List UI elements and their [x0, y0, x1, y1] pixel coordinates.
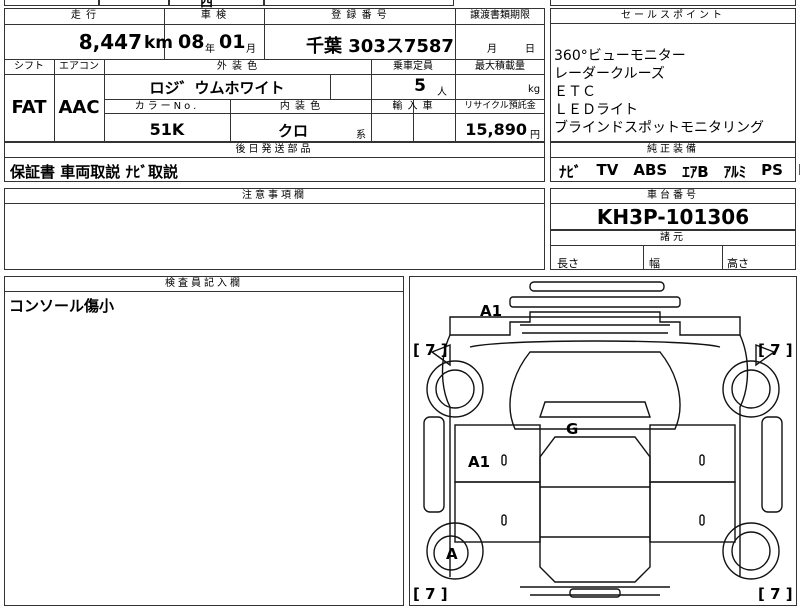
- import-label: 輸 入 車: [392, 101, 434, 112]
- height-label: 高さ: [727, 257, 749, 270]
- color-no-label: カラーNo.: [134, 101, 200, 112]
- registration-label: 登 録 番 号: [331, 10, 388, 21]
- length-label: 長さ: [557, 257, 579, 270]
- equipment-item: PS: [761, 161, 783, 179]
- hood-line: [520, 324, 670, 334]
- genuine-equipment-title: 純正装備: [551, 143, 795, 158]
- equipment-item: TV: [596, 161, 619, 179]
- inspector-box: 検査員記入欄 コンソール傷小: [4, 276, 404, 606]
- front-arch: [469, 340, 721, 348]
- tire-mark: [ 7 ]: [758, 585, 793, 603]
- top-strip-cell: [169, 0, 264, 6]
- inspector-value: コンソール傷小: [9, 297, 115, 315]
- right-rail: [761, 416, 783, 513]
- color-no-value: 51K: [149, 120, 185, 139]
- equipment-item: ｴｱB: [682, 163, 709, 181]
- later-parts-title: 後日発送部品: [5, 143, 544, 158]
- sales-point-item: 360°ビューモニター: [554, 48, 686, 64]
- shift-label: シフト: [14, 61, 44, 72]
- inspector-title: 検査員記入欄: [5, 277, 403, 292]
- sales-points-list: 360°ビューモニター レーダークルーズ ＥＴＣ ＬＥＤライト ブラインドスポッ…: [554, 47, 764, 137]
- inspection-year: 08: [178, 31, 205, 53]
- left-rail: [423, 416, 445, 513]
- roof-line: [540, 486, 650, 538]
- rear-lines: [520, 586, 670, 596]
- front-grille: [509, 296, 681, 308]
- registration-value: 千葉 303ス7587: [306, 36, 454, 57]
- notes-box: 注意事項欄: [4, 188, 545, 270]
- sales-point-item: ＬＥＤライト: [554, 102, 638, 118]
- door-right-front: [649, 424, 736, 483]
- interior-color-unit: 系: [356, 130, 366, 141]
- damage-mark: A: [446, 545, 458, 563]
- mileage-value: 8,447: [78, 30, 142, 54]
- top-strip-cell: [264, 0, 454, 6]
- sales-points-title: セールスポイント: [551, 9, 795, 24]
- sales-point-item: ＥＴＣ: [554, 84, 596, 100]
- tire-mark: [ 7 ]: [758, 341, 793, 359]
- inspection-month: 01: [219, 31, 246, 53]
- aircon-value: AAC: [58, 97, 100, 118]
- car-diagram-svg: [ 7 ] [ 7 ] [ 7 ] [ 7 ] A1 A1 G A: [413, 281, 793, 603]
- notes-title: 注意事項欄: [5, 189, 544, 204]
- transfer-month-unit: 月: [487, 44, 497, 55]
- top-strip-text: 西: [200, 0, 214, 10]
- transfer-day-unit: 日: [525, 44, 535, 55]
- chassis-box: 車台番号 KH3P-101306: [550, 188, 796, 230]
- dimensions-box: 諸元 長さ 幅 高さ: [550, 230, 796, 270]
- front-bumper-strip: [529, 281, 665, 292]
- interior-color-value: クロ: [277, 122, 308, 140]
- interior-color-label: 内 装 色: [279, 101, 322, 112]
- inspection-month-unit: 月: [246, 44, 256, 55]
- dimensions-title: 諸元: [551, 231, 795, 246]
- later-parts-value: 保証書 車両取説 ﾅﾋﾞ取説: [10, 163, 178, 181]
- damage-mark: G: [566, 420, 578, 438]
- exterior-color-label: 外 装 色: [216, 61, 259, 72]
- door-left-rear: [454, 481, 541, 543]
- top-strip-cell: [4, 0, 99, 6]
- inspection-label: 車 検: [200, 10, 228, 21]
- damage-mark: A1: [480, 302, 502, 320]
- tire-mark: [ 7 ]: [413, 585, 448, 603]
- mileage-unit: km: [144, 33, 174, 53]
- max-load-unit: kg: [528, 84, 541, 95]
- aircon-label: エアコン: [59, 61, 99, 72]
- mileage-label: 走 行: [70, 10, 98, 21]
- later-parts-box: 後日発送部品 保証書 車両取説 ﾅﾋﾞ取説: [4, 142, 545, 182]
- equipment-item: ｱﾙﾐ: [723, 163, 747, 181]
- sales-points-box: セールスポイント 360°ビューモニター レーダークルーズ ＥＴＣ ＬＥＤライト…: [550, 8, 796, 142]
- car-diagram-box: [ 7 ] [ 7 ] [ 7 ] [ 7 ] A1 A1 G A: [409, 276, 797, 606]
- top-strip-cell: [550, 0, 796, 6]
- top-strip-cell: [99, 0, 169, 6]
- exterior-color-value: ロジ゛ウムホワイト: [149, 79, 285, 97]
- roof-front: [539, 401, 651, 418]
- recycle-unit: 円: [530, 130, 540, 141]
- equipment-item: ﾅﾋﾞ: [559, 163, 582, 181]
- capacity-label: 乗車定員: [393, 61, 433, 72]
- capacity-value: 5: [414, 76, 426, 96]
- sales-point-item: ブラインドスポットモニタリング: [554, 120, 764, 136]
- sales-point-item: レーダークルーズ: [554, 66, 665, 82]
- capacity-unit: 人: [437, 87, 447, 98]
- shift-value: FAT: [11, 97, 47, 118]
- genuine-equipment-list: ﾅﾋﾞ TV ABS ｴｱB ｱﾙﾐ PS PW: [559, 161, 800, 182]
- tire-mark: [ 7 ]: [413, 341, 448, 359]
- damage-mark: A1: [468, 453, 490, 471]
- transfer-deadline-label: 譲渡書類期限: [470, 10, 530, 21]
- equipment-item: ABS: [633, 161, 668, 179]
- width-label: 幅: [649, 257, 660, 270]
- genuine-equipment-box: 純正装備 ﾅﾋﾞ TV ABS ｴｱB ｱﾙﾐ PS PW: [550, 142, 800, 182]
- inspection-year-unit: 年: [205, 44, 215, 55]
- max-load-label: 最大積載量: [475, 61, 525, 72]
- recycle-value: 15,890: [465, 120, 527, 139]
- chassis-value: KH3P-101306: [596, 205, 750, 229]
- recycle-label: リサイクル預託金: [464, 101, 536, 111]
- door-right-rear: [649, 481, 736, 543]
- roof: [539, 436, 651, 583]
- chassis-title: 車台番号: [551, 189, 795, 204]
